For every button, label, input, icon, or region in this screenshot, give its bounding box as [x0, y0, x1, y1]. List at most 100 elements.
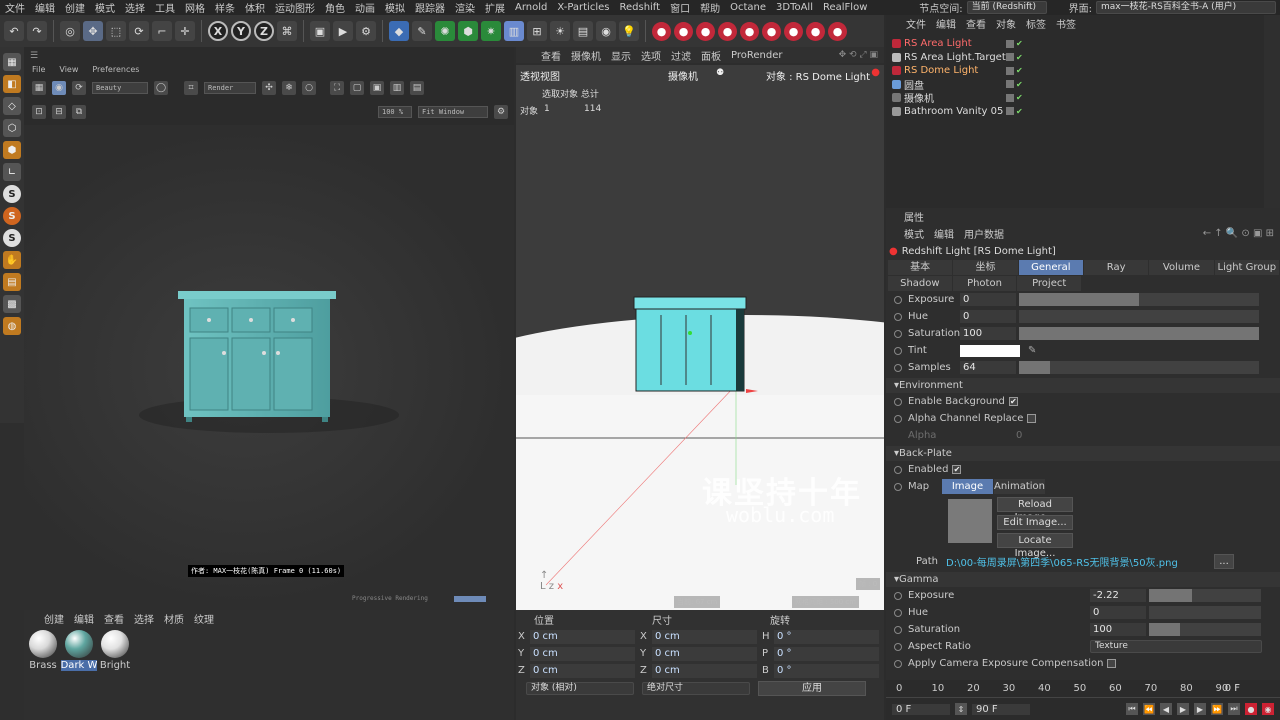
param-value[interactable]: 0 — [960, 293, 1016, 306]
attribute-tab[interactable]: Ray — [1083, 260, 1150, 275]
viewport-menu-display[interactable]: 显示 — [606, 48, 636, 63]
zoom-select[interactable]: 100 % — [378, 106, 412, 118]
attribute-menu-mode[interactable]: 模式 — [904, 226, 924, 241]
end-frame-input[interactable]: 90 F — [972, 703, 1030, 715]
grid-icon[interactable]: ▩ — [3, 295, 21, 313]
anim-dot[interactable] — [894, 363, 902, 372]
layer-flag-icon[interactable] — [1006, 66, 1014, 75]
attribute-tab[interactable]: Light Group — [1214, 260, 1280, 275]
menu-item[interactable]: 窗口 — [665, 0, 695, 15]
menu-item[interactable]: 模拟 — [380, 0, 410, 15]
save-icon[interactable]: ▣ — [370, 81, 384, 95]
menu-preferences[interactable]: Preferences — [92, 65, 139, 77]
array-icon[interactable]: ⬢ — [458, 21, 478, 41]
timeline-scale[interactable]: 0 F 0 10 20 30 40 50 60 70 80 90 — [886, 680, 1280, 698]
viewport-menu-camera[interactable]: 摄像机 — [566, 48, 606, 63]
material-menu-view[interactable]: 查看 — [104, 611, 124, 626]
rotation-input[interactable]: 0 ° — [774, 646, 879, 661]
anim-dot[interactable] — [894, 329, 902, 338]
prev-frame-icon[interactable]: ◀ — [1160, 703, 1172, 715]
menu-item[interactable]: 编辑 — [30, 0, 60, 15]
enable-background-checkbox[interactable]: ✔ — [1008, 397, 1018, 406]
material-item[interactable]: Dark W — [60, 630, 98, 671]
param-slider[interactable] — [1019, 293, 1259, 306]
menu-item[interactable]: Arnold — [510, 2, 552, 13]
param-slider[interactable] — [1019, 327, 1259, 340]
size-input[interactable]: 0 cm — [652, 646, 757, 661]
sculpt-icon[interactable]: ✋ — [3, 251, 21, 269]
bend-icon[interactable]: ✷ — [481, 21, 501, 41]
visibility-check-icon[interactable]: ✔ — [1016, 93, 1023, 102]
anim-dot[interactable] — [894, 642, 902, 651]
redshift-environment-icon[interactable]: ● — [806, 21, 825, 41]
render-view-icon[interactable]: ▶ — [333, 21, 353, 41]
param-value[interactable]: 64 — [960, 361, 1016, 374]
menu-item[interactable]: 选择 — [120, 0, 150, 15]
layout-select[interactable]: max一枝花-RS百科全书-A (用户) — [1096, 1, 1276, 14]
size-input[interactable]: 0 cm — [652, 629, 757, 644]
menu-item[interactable]: RealFlow — [818, 2, 872, 13]
object-menu-object[interactable]: 对象 — [996, 16, 1016, 31]
light-icon[interactable]: ☀ — [550, 21, 570, 41]
object-menu-view[interactable]: 查看 — [966, 16, 986, 31]
viewport-camera-icon[interactable]: ⚉ — [716, 68, 724, 78]
workplane-icon[interactable]: ▤ — [3, 273, 21, 291]
axis-y-button[interactable]: Y — [231, 21, 251, 41]
viewport-menu-panel[interactable]: 面板 — [696, 48, 726, 63]
camera-tool-icon[interactable]: ◉ — [596, 21, 616, 41]
object-menu-bookmarks[interactable]: 书签 — [1056, 16, 1076, 31]
render-region-icon[interactable]: ▣ — [310, 21, 330, 41]
snowflake-icon[interactable]: ❄ — [282, 81, 296, 95]
position-input[interactable]: 0 cm — [530, 646, 635, 661]
viewport-target-icon[interactable]: ● — [871, 67, 880, 78]
go-end-icon[interactable]: ⏭ — [1228, 703, 1240, 715]
snapshot-icon[interactable]: ⊡ — [32, 105, 46, 119]
anim-dot[interactable] — [894, 625, 902, 634]
world-coordinates-icon[interactable]: ⌘ — [277, 21, 297, 41]
axis-z-button[interactable]: Z — [254, 21, 274, 41]
param-value[interactable]: 0 — [1090, 606, 1146, 619]
viewport-menu-view[interactable]: 查看 — [536, 48, 566, 63]
menu-item[interactable]: 动画 — [350, 0, 380, 15]
region-icon[interactable]: ▢ — [350, 81, 364, 95]
prev-key-icon[interactable]: ⏪ — [1143, 703, 1155, 715]
menu-item[interactable]: 创建 — [60, 0, 90, 15]
polygons-mode-icon[interactable]: ⬢ — [3, 141, 21, 159]
param-value[interactable]: 100 — [1090, 623, 1146, 636]
crop-icon[interactable]: ⌗ — [184, 81, 198, 95]
anim-dot[interactable] — [894, 659, 902, 668]
menu-item[interactable]: 3DToAll — [771, 2, 818, 13]
attribute-tab[interactable]: Shadow — [888, 276, 953, 291]
anim-dot[interactable] — [894, 312, 902, 321]
copy-icon[interactable]: ⧉ — [72, 105, 86, 119]
circle-icon[interactable]: ○ — [302, 81, 316, 95]
material-menu-material[interactable]: 材质 — [164, 611, 184, 626]
viewport-menu-prorender[interactable]: ProRender — [726, 50, 787, 61]
enabled-checkbox[interactable]: ✔ — [952, 465, 962, 474]
menu-view[interactable]: View — [59, 65, 78, 77]
menu-item[interactable]: 模式 — [90, 0, 120, 15]
param-value[interactable]: 100 — [960, 327, 1016, 340]
object-menu-edit[interactable]: 编辑 — [936, 16, 956, 31]
attribute-tab[interactable]: Project — [1017, 276, 1083, 291]
coordinate-icon[interactable]: ⌐ — [152, 21, 172, 41]
attribute-tab[interactable]: Volume — [1149, 260, 1215, 275]
attribute-menu-userdata[interactable]: 用户数据 — [964, 226, 1004, 241]
redshift-camera-icon[interactable]: ● — [784, 21, 803, 41]
object-item[interactable]: 圆盘 ✔ — [886, 78, 1280, 92]
environment-section[interactable]: ▾ Environment — [886, 378, 1280, 393]
param-slider[interactable] — [1019, 361, 1259, 374]
history-icon[interactable]: ⊟ — [52, 105, 66, 119]
viewport-menu-options[interactable]: 选项 — [636, 48, 666, 63]
anim-dot[interactable] — [894, 591, 902, 600]
undo-icon[interactable]: ↶ — [4, 21, 24, 41]
points-mode-icon[interactable]: ◇ — [3, 97, 21, 115]
attribute-menu-edit[interactable]: 编辑 — [934, 226, 954, 241]
viewport-nav-icons[interactable]: ✥ ⟲ ⤢ ▣ — [839, 50, 878, 60]
visibility-check-icon[interactable]: ✔ — [1016, 39, 1023, 48]
fit-select[interactable]: Fit Window — [418, 106, 488, 118]
redshift-dome-light-icon[interactable]: ● — [740, 21, 759, 41]
record-icon[interactable]: ● — [1245, 703, 1257, 715]
apply-camera-checkbox[interactable] — [1107, 659, 1117, 668]
anim-dot[interactable] — [894, 295, 902, 304]
